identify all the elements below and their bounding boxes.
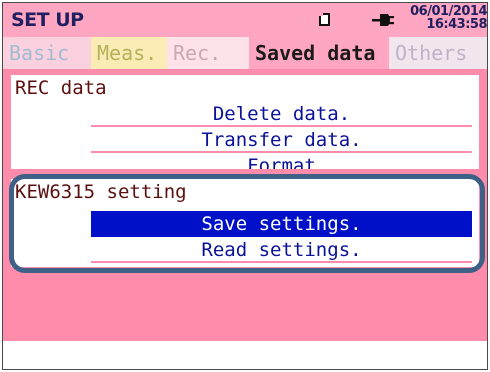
delete-data-item[interactable]: Delete data. [91, 101, 472, 127]
memory-card-icon [319, 13, 330, 26]
tab-rec[interactable]: Rec. [167, 37, 249, 69]
device-screen: SET UP 06/01/2014 16:43:58 Basic Meas. R… [2, 2, 488, 370]
callout-highlight-frame [9, 174, 485, 273]
datetime-readout: 06/01/2014 16:43:58 [401, 5, 487, 31]
format-item[interactable]: Format [91, 153, 472, 169]
rec-data-section: REC data Delete data. Transfer data. For… [11, 75, 479, 169]
time-text: 16:43:58 [426, 17, 487, 32]
tab-saved-data[interactable]: Saved data [249, 37, 389, 69]
power-plug-icon [372, 14, 394, 26]
tab-meas[interactable]: Meas. [91, 37, 167, 69]
tab-bar: Basic Meas. Rec. Saved data Others [3, 37, 487, 69]
transfer-data-item[interactable]: Transfer data. [91, 127, 472, 153]
bottom-bar [3, 341, 487, 369]
screen-title: SET UP [11, 9, 84, 31]
tab-basic[interactable]: Basic [3, 37, 91, 69]
rec-data-title: REC data [15, 77, 107, 99]
tab-others[interactable]: Others [389, 37, 487, 69]
title-bar: SET UP 06/01/2014 16:43:58 [3, 3, 487, 37]
